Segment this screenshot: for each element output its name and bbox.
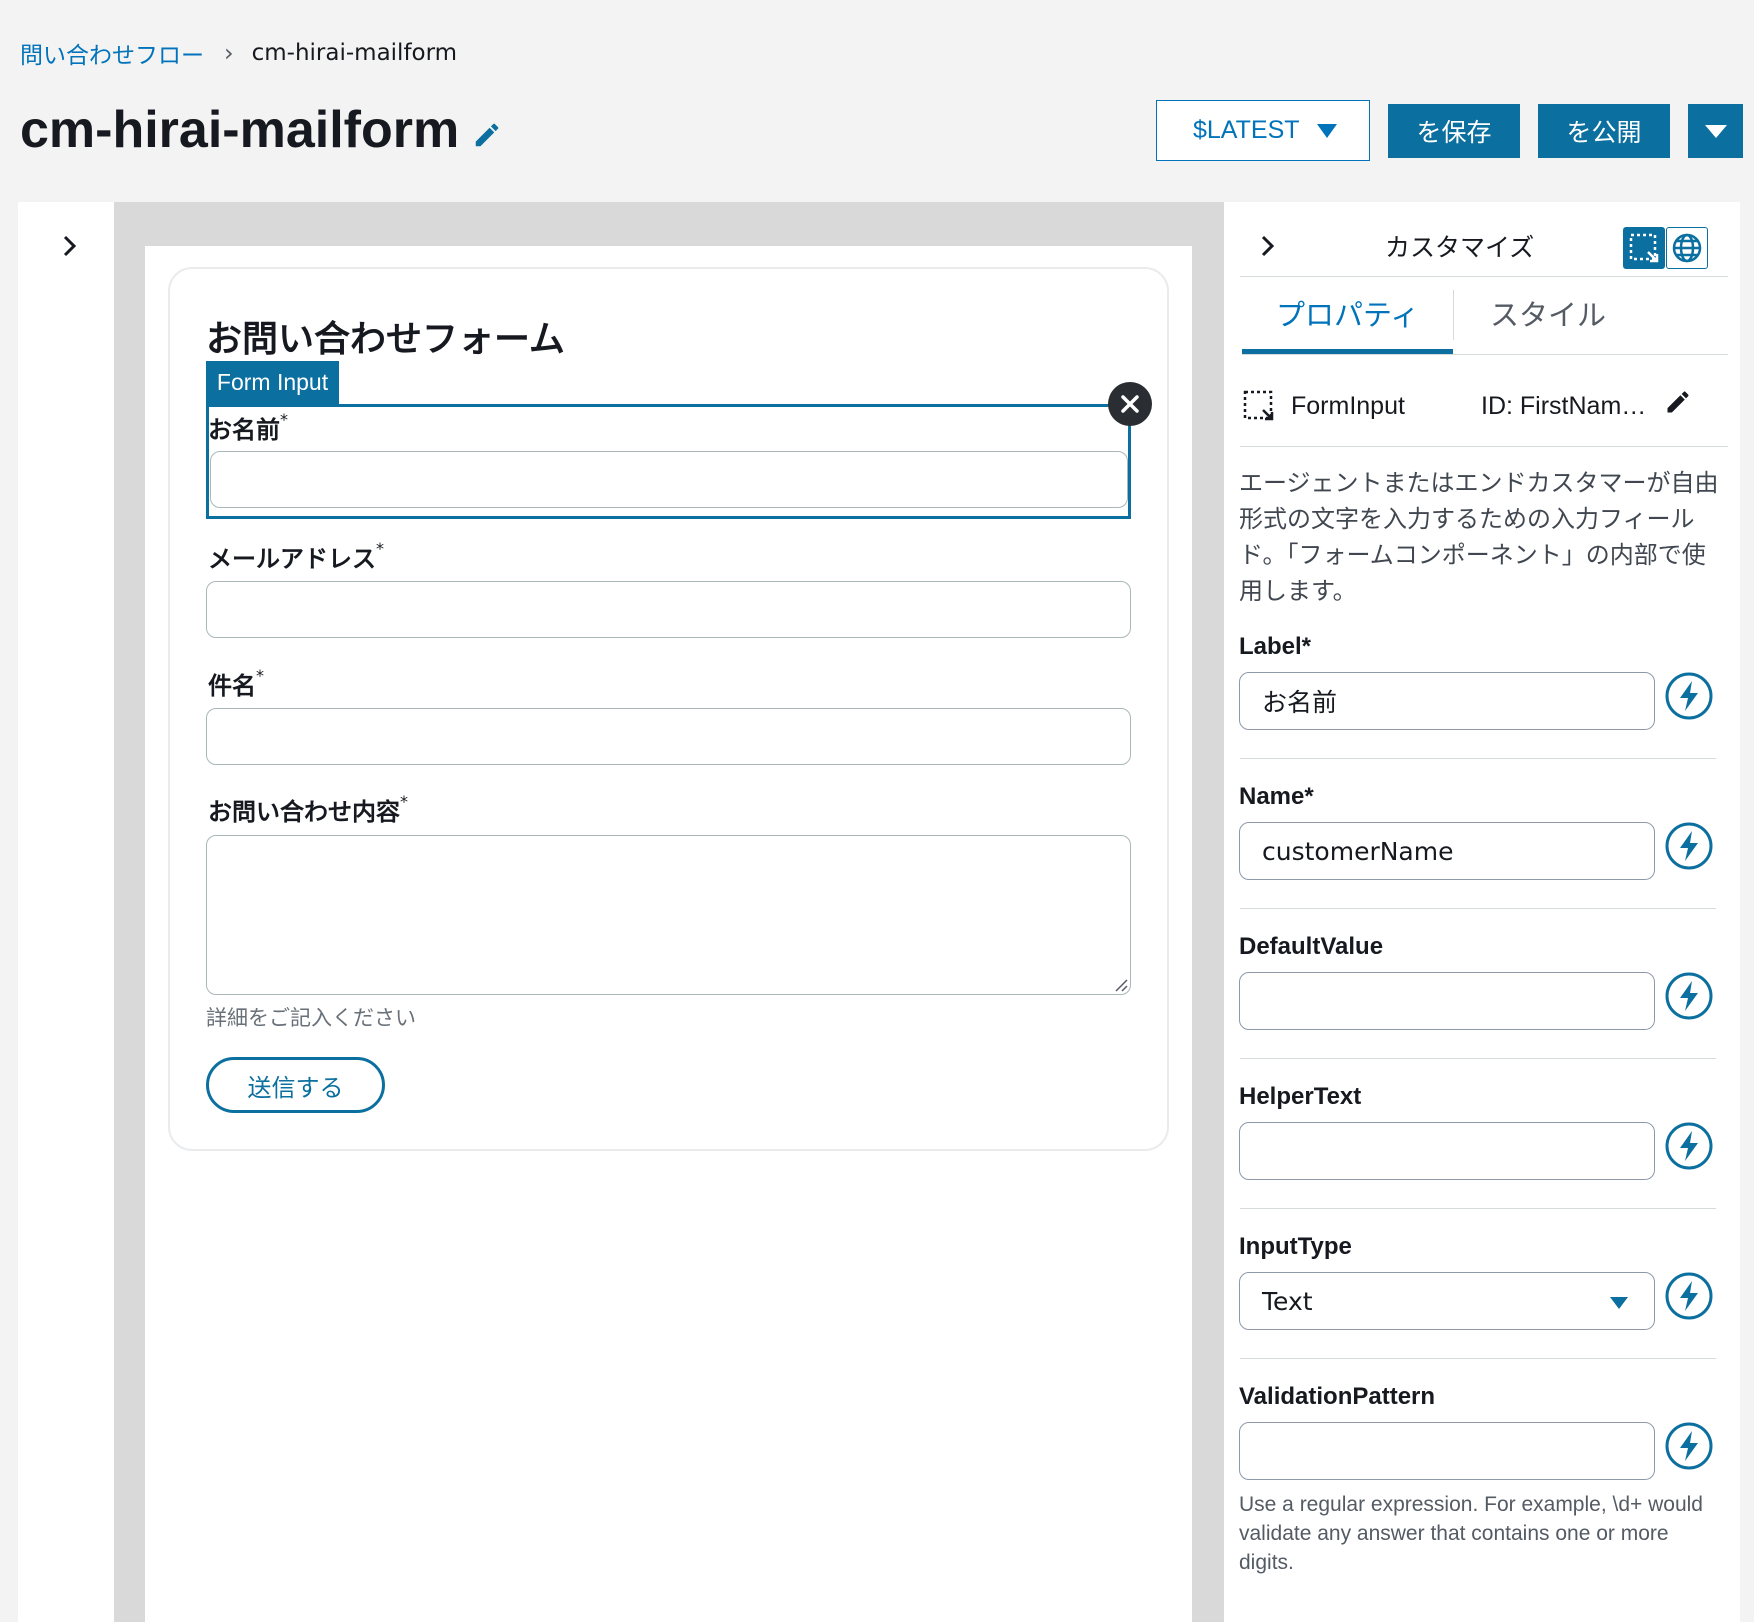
input-type-value: Text bbox=[1262, 1286, 1313, 1316]
field-label-email: メールアドレス* bbox=[208, 539, 384, 574]
divider bbox=[1453, 290, 1454, 340]
more-actions-button[interactable] bbox=[1688, 104, 1743, 158]
bolt-icon[interactable] bbox=[1664, 971, 1714, 1021]
tab-style[interactable]: スタイル bbox=[1490, 292, 1606, 334]
component-type: FormInput bbox=[1291, 392, 1405, 420]
message-textarea[interactable] bbox=[206, 835, 1131, 995]
name-input[interactable] bbox=[210, 451, 1128, 508]
panel-title: カスタマイズ bbox=[1385, 233, 1535, 262]
divider bbox=[1240, 1208, 1716, 1209]
bolt-icon[interactable] bbox=[1664, 1421, 1714, 1471]
divider bbox=[1240, 276, 1728, 277]
form-title[interactable]: お問い合わせフォーム bbox=[206, 310, 565, 362]
version-value: $LATEST bbox=[1193, 116, 1300, 144]
divider bbox=[1240, 1358, 1716, 1359]
components-pane-collapsed bbox=[18, 202, 114, 1622]
prop-label-label: Label* bbox=[1239, 633, 1312, 660]
prop-label-validation-pattern: ValidationPattern bbox=[1239, 1383, 1436, 1410]
bolt-icon[interactable] bbox=[1664, 671, 1714, 721]
field-label-name: お名前* bbox=[208, 410, 288, 445]
field-label-subject: 件名* bbox=[208, 666, 264, 701]
close-icon[interactable] bbox=[1108, 382, 1152, 426]
publish-button[interactable]: を公開 bbox=[1538, 104, 1670, 158]
field-label-text: お名前 bbox=[208, 416, 280, 444]
helper-text-input[interactable] bbox=[1239, 1122, 1655, 1180]
resize-grip-icon[interactable] bbox=[1112, 976, 1128, 992]
validation-help-text: Use a regular expression. For example, \… bbox=[1239, 1493, 1703, 1574]
divider bbox=[1240, 1058, 1716, 1059]
breadcrumb-current: cm-hirai-mailform bbox=[251, 40, 458, 66]
default-value-input[interactable] bbox=[1239, 972, 1655, 1030]
caret-down-icon bbox=[1704, 124, 1727, 138]
subject-input[interactable] bbox=[206, 708, 1131, 765]
selection-icon bbox=[1243, 390, 1274, 421]
version-select[interactable]: $LATEST bbox=[1156, 100, 1370, 161]
component-id: ID: FirstName… bbox=[1481, 392, 1659, 420]
page-title: cm-hirai-mailform bbox=[20, 101, 460, 159]
divider bbox=[1242, 354, 1728, 355]
selection-tag: Form Input bbox=[206, 361, 339, 404]
chevron-right-icon[interactable] bbox=[1256, 232, 1280, 260]
field-label-text: お問い合わせ内容 bbox=[208, 798, 400, 826]
divider bbox=[1240, 758, 1716, 759]
component-description: エージェントまたはエンドカスタマーが自由形式の文字を入力するための入力フィールド… bbox=[1239, 469, 1719, 605]
label-input[interactable]: お名前 bbox=[1239, 672, 1655, 730]
selection-icon[interactable] bbox=[1623, 227, 1665, 269]
field-label-text: 件名 bbox=[208, 672, 256, 700]
bolt-icon[interactable] bbox=[1664, 821, 1714, 871]
pencil-icon[interactable] bbox=[1664, 388, 1692, 416]
required-mark: * bbox=[376, 539, 384, 558]
email-input[interactable] bbox=[206, 581, 1131, 638]
bolt-icon[interactable] bbox=[1664, 1121, 1714, 1171]
input-type-select[interactable]: Text bbox=[1239, 1272, 1655, 1330]
save-button[interactable]: を保存 bbox=[1388, 104, 1520, 158]
validation-pattern-input[interactable] bbox=[1239, 1422, 1655, 1480]
breadcrumb-separator-icon: › bbox=[224, 39, 234, 67]
prop-label-name: Name* bbox=[1239, 783, 1314, 810]
name-property-input[interactable]: customerName bbox=[1239, 822, 1655, 880]
field-label-message: お問い合わせ内容* bbox=[208, 792, 408, 827]
tab-properties[interactable]: プロパティ bbox=[1276, 292, 1419, 334]
required-mark: * bbox=[280, 410, 288, 429]
breadcrumb: 問い合わせフロー › cm-hirai-mailform bbox=[20, 36, 457, 70]
breadcrumb-link-flows[interactable]: 問い合わせフロー bbox=[20, 36, 204, 70]
message-helper-text: 詳細をご記入ください bbox=[206, 1006, 416, 1030]
caret-down-icon bbox=[1317, 124, 1337, 138]
prop-label-input-type: InputType bbox=[1239, 1233, 1352, 1260]
divider bbox=[1240, 446, 1728, 447]
globe-icon[interactable] bbox=[1666, 227, 1708, 269]
prop-label-default-value: DefaultValue bbox=[1239, 933, 1384, 960]
caret-down-icon bbox=[1610, 1297, 1628, 1309]
chevron-right-icon[interactable] bbox=[58, 232, 82, 260]
field-label-text: メールアドレス bbox=[208, 545, 376, 573]
pencil-icon[interactable] bbox=[472, 120, 502, 150]
divider bbox=[1240, 908, 1716, 909]
prop-label-helper-text: HelperText bbox=[1239, 1083, 1362, 1110]
submit-button[interactable]: 送信する bbox=[206, 1057, 385, 1113]
required-mark: * bbox=[400, 792, 408, 811]
required-mark: * bbox=[256, 666, 264, 685]
bolt-icon[interactable] bbox=[1664, 1271, 1714, 1321]
